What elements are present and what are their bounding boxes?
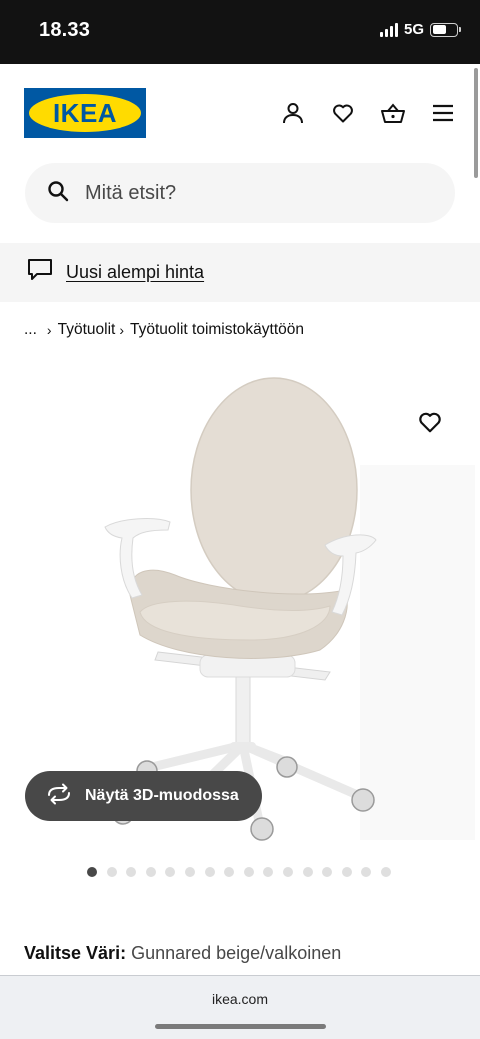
basket-icon[interactable] bbox=[380, 100, 406, 126]
chevron-right-icon: › bbox=[46, 322, 52, 338]
status-indicators: 5G bbox=[379, 21, 461, 38]
scrollbar[interactable] bbox=[474, 68, 478, 178]
search-icon bbox=[47, 180, 69, 207]
signal-icon bbox=[379, 22, 398, 37]
carousel-dot[interactable] bbox=[126, 867, 137, 877]
browser-address-bar[interactable]: ikea.com bbox=[0, 975, 480, 1039]
image-carousel-dots bbox=[87, 867, 391, 877]
carousel-dot[interactable] bbox=[204, 867, 215, 877]
carousel-dot[interactable] bbox=[380, 867, 391, 877]
view-3d-button[interactable]: Näytä 3D-muodossa bbox=[25, 771, 262, 821]
breadcrumb-item[interactable]: Työtuolit toimistokäyttöön bbox=[130, 321, 304, 339]
view-3d-label: Näytä 3D-muodossa bbox=[85, 787, 239, 804]
chevron-right-icon: › bbox=[119, 322, 124, 338]
logo-text: IKEA bbox=[52, 97, 118, 128]
carousel-dot[interactable] bbox=[341, 867, 352, 877]
user-icon[interactable] bbox=[280, 100, 306, 126]
carousel-dot[interactable] bbox=[322, 867, 333, 877]
carousel-dot[interactable] bbox=[184, 867, 195, 877]
carousel-dot[interactable] bbox=[282, 867, 293, 877]
url-text[interactable]: ikea.com bbox=[0, 991, 480, 1007]
carousel-dot[interactable] bbox=[243, 867, 254, 877]
status-bar: 18.33 5G bbox=[0, 0, 480, 64]
chat-bubble-icon bbox=[26, 257, 54, 288]
carousel-dot[interactable] bbox=[224, 867, 235, 877]
breadcrumb-ellipsis[interactable]: ... bbox=[24, 321, 37, 339]
menu-icon[interactable] bbox=[430, 100, 456, 126]
banner-link[interactable]: Uusi alempi hinta bbox=[66, 262, 204, 283]
heart-icon bbox=[419, 412, 441, 433]
ikea-logo[interactable]: IKEA bbox=[24, 88, 146, 138]
header-icons bbox=[280, 100, 456, 126]
carousel-dot[interactable] bbox=[361, 867, 372, 877]
carousel-dot[interactable] bbox=[87, 867, 97, 877]
color-selector[interactable]: Valitse Väri: Gunnared beige/valkoinen bbox=[24, 943, 341, 964]
status-time: 18.33 bbox=[39, 19, 91, 41]
network-type: 5G bbox=[403, 21, 424, 38]
breadcrumb: ... › Työtuolit › Työtuolit toimistokäyt… bbox=[24, 321, 304, 339]
home-indicator[interactable] bbox=[155, 1024, 326, 1029]
site-header: IKEA bbox=[0, 64, 480, 164]
battery-icon bbox=[430, 22, 461, 37]
favorite-button[interactable] bbox=[417, 409, 443, 435]
price-banner[interactable]: Uusi alempi hinta bbox=[0, 243, 480, 302]
heart-icon[interactable] bbox=[330, 100, 356, 126]
search-bar[interactable]: Mitä etsit? bbox=[25, 163, 455, 223]
carousel-dot[interactable] bbox=[106, 867, 117, 877]
rotate-3d-icon bbox=[45, 783, 73, 810]
search-input[interactable]: Mitä etsit? bbox=[85, 182, 176, 205]
carousel-dot[interactable] bbox=[165, 867, 176, 877]
carousel-dot[interactable] bbox=[145, 867, 156, 877]
carousel-dot[interactable] bbox=[302, 867, 313, 877]
carousel-dot[interactable] bbox=[263, 867, 274, 877]
breadcrumb-item[interactable]: Työtuolit bbox=[58, 321, 116, 339]
color-value: Gunnared beige/valkoinen bbox=[131, 943, 342, 963]
color-label: Valitse Väri: bbox=[24, 943, 127, 963]
